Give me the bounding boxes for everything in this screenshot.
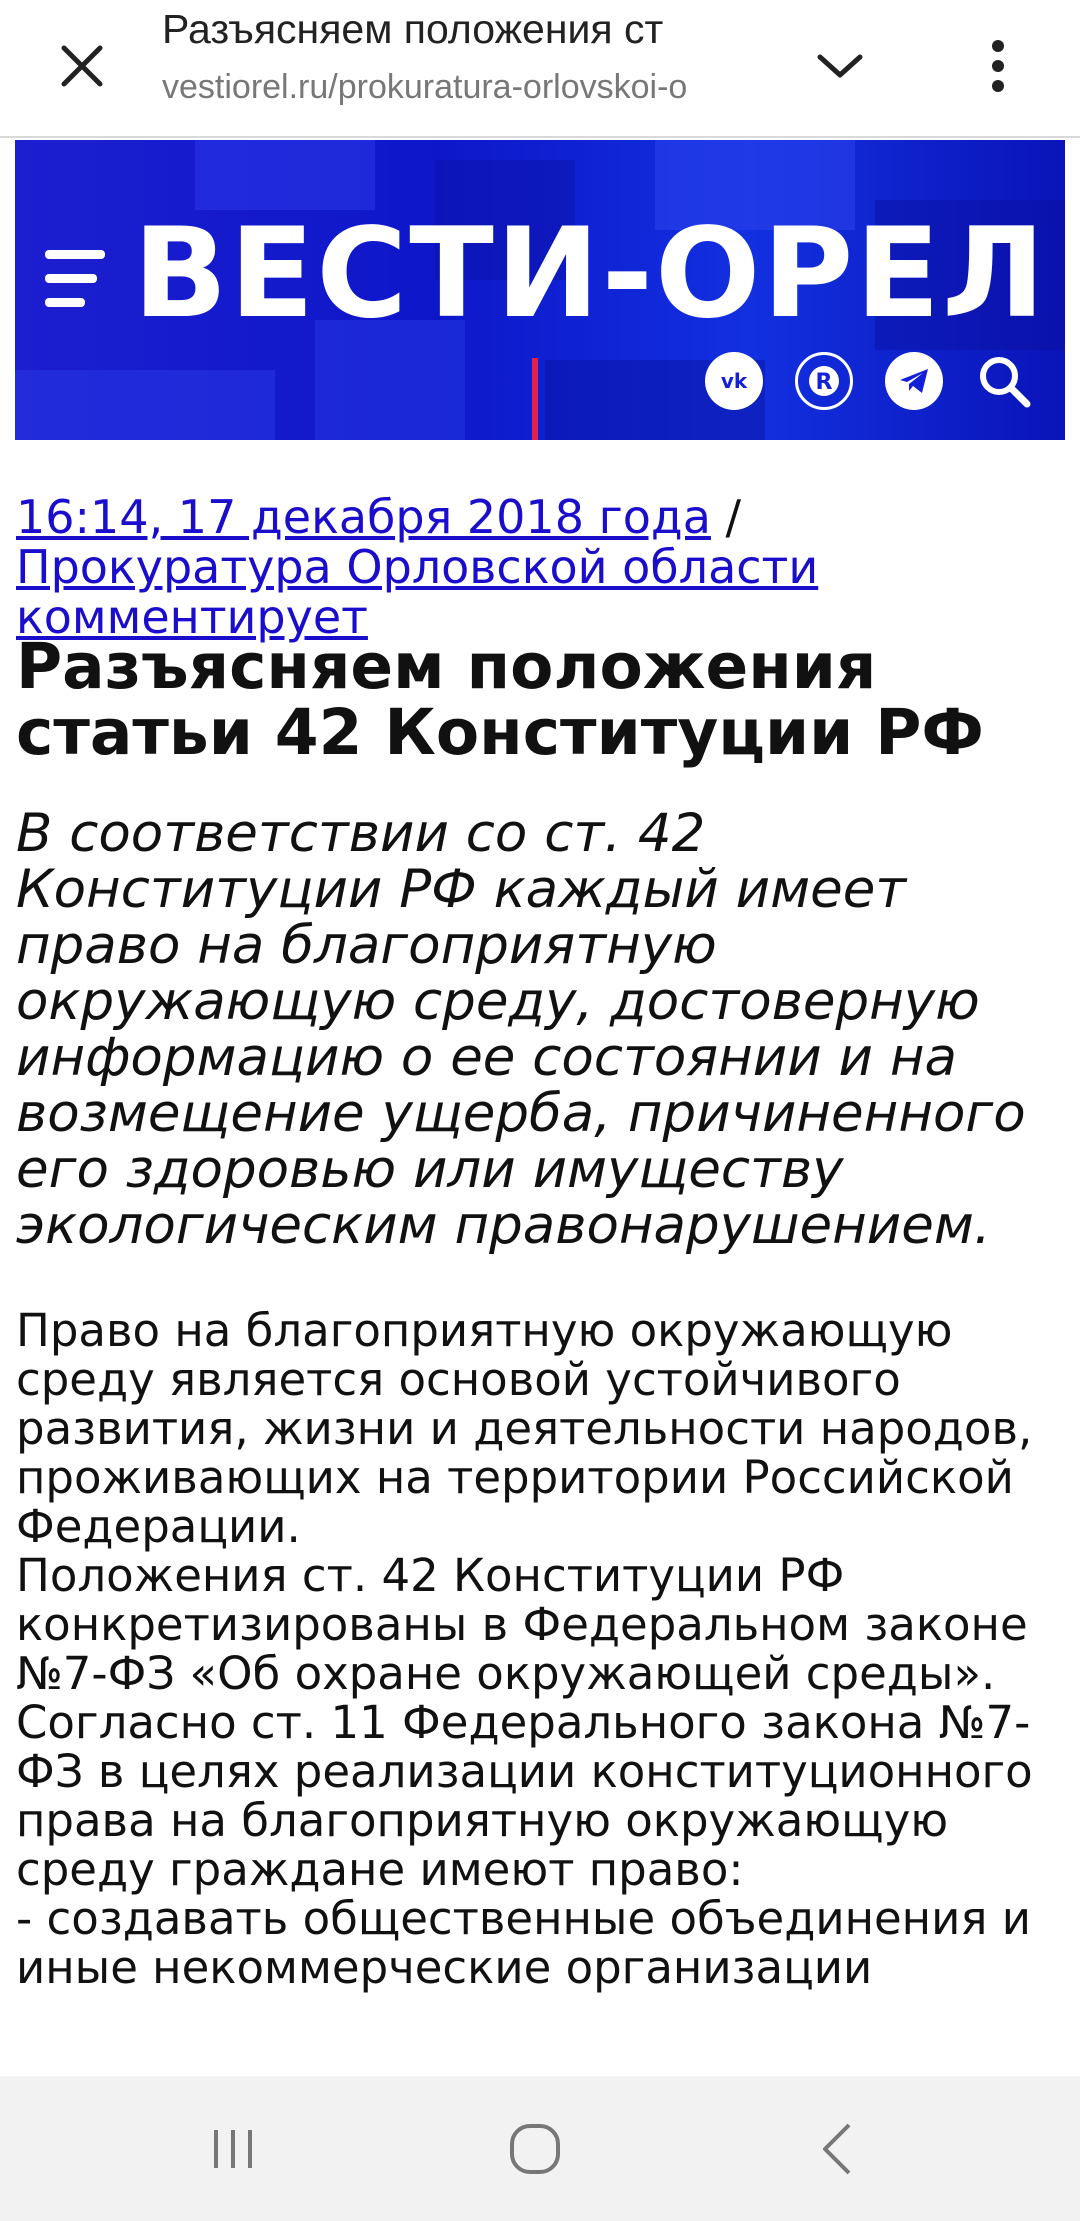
category-link[interactable]: Прокуратура Орловской области комментиру… <box>16 540 818 644</box>
accent-line <box>532 358 538 440</box>
article-body: Право на благоприятную окружающую среду … <box>16 1306 1076 2076</box>
article-paragraph: Право на благоприятную окружающую среду … <box>16 1306 1033 1553</box>
chevron-down-icon <box>817 54 863 78</box>
page-title[interactable]: Разъясняем положения ст <box>162 6 752 62</box>
vk-button[interactable]: vk <box>705 352 763 410</box>
telegram-icon <box>900 369 928 393</box>
back-button[interactable] <box>792 2104 882 2194</box>
article-paragraph: Положения ст. 42 Конституции РФ конкрети… <box>16 1549 1028 1700</box>
article-paragraph: - создавать общественные объединения и и… <box>16 1892 1031 1994</box>
article-paragraph: Согласно ст. 11 Федерального закона №7-Ф… <box>16 1696 1033 1896</box>
system-nav-bar <box>0 2076 1080 2221</box>
meta-separator: / <box>710 490 742 544</box>
close-button[interactable] <box>42 26 122 106</box>
more-vertical-icon <box>992 40 1004 92</box>
article-headline: Разъясняем положения статьи 42 Конституц… <box>16 630 984 769</box>
site-header: ВЕСТИ-ОРЕЛ vk R <box>15 140 1065 440</box>
svg-text:R: R <box>816 370 833 395</box>
more-options-button[interactable] <box>958 26 1038 106</box>
search-button[interactable] <box>975 352 1033 410</box>
recent-apps-button[interactable] <box>188 2104 278 2194</box>
home-icon <box>510 2124 560 2174</box>
vk-icon: vk <box>721 370 748 392</box>
back-icon <box>823 2123 851 2175</box>
site-logo[interactable]: ВЕСТИ-ОРЕЛ <box>133 212 1047 336</box>
menu-button[interactable] <box>45 242 109 314</box>
article-date-link[interactable]: 16:14, 17 декабря 2018 года <box>16 490 711 544</box>
expand-button[interactable] <box>800 26 880 106</box>
svg-text:vk: vk <box>721 370 748 392</box>
article-lead: В соответствии со ст. 42 Конституции РФ … <box>16 803 1026 1256</box>
close-icon <box>61 45 103 87</box>
telegram-button[interactable] <box>885 352 943 410</box>
home-button[interactable] <box>490 2104 580 2194</box>
rutube-button[interactable]: R <box>795 352 853 410</box>
browser-toolbar: Разъясняем положения ст vestiorel.ru/pro… <box>0 0 1080 138</box>
search-icon <box>980 357 1031 408</box>
article-meta: 16:14, 17 декабря 2018 года / Прокуратур… <box>16 492 1066 642</box>
url-text[interactable]: vestiorel.ru/prokuratura-orlovskoi-o <box>162 68 752 118</box>
rutube-icon: R <box>809 366 839 396</box>
menu-icon <box>45 250 105 259</box>
recent-apps-icon <box>214 2130 252 2168</box>
